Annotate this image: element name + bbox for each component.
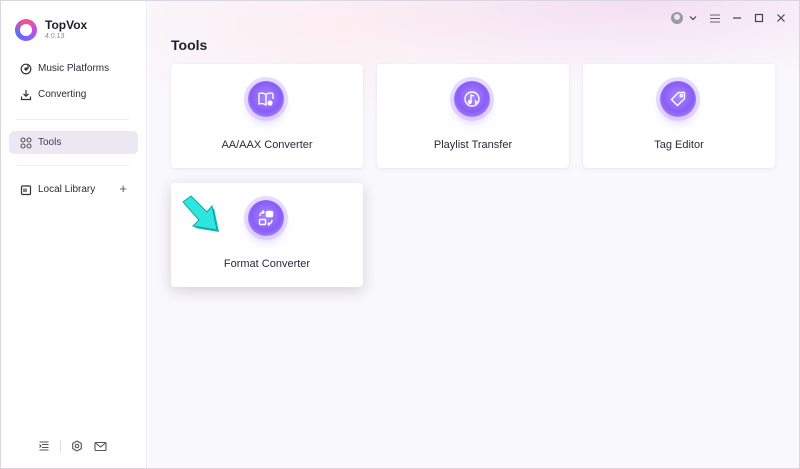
topvox-logo-icon: [15, 19, 37, 41]
music-note-icon: [454, 81, 490, 117]
chevron-down-icon[interactable]: [685, 11, 701, 25]
footer-separator: [60, 440, 61, 452]
music-platform-icon: [20, 63, 32, 75]
library-icon: [20, 184, 32, 196]
app-window: TopVox 4.0.13 Music Platforms Converting…: [0, 0, 800, 469]
sidebar-item-tools[interactable]: Tools: [9, 131, 138, 154]
tool-card-aa-aax-converter[interactable]: AA/AAX Converter: [171, 64, 363, 168]
tool-label: Playlist Transfer: [433, 139, 513, 151]
maximize-icon[interactable]: [751, 11, 767, 25]
tool-label: AA/AAX Converter: [221, 139, 313, 151]
sidebar-item-label: Tools: [38, 137, 62, 148]
avatar: [671, 12, 683, 24]
sidebar-item-label: Converting: [38, 89, 87, 100]
close-icon[interactable]: [773, 11, 789, 25]
brand: TopVox 4.0.13: [15, 19, 87, 41]
tool-label: Tag Editor: [654, 139, 704, 151]
tool-label: Format Converter: [223, 258, 311, 270]
sidebar-item-label: Music Platforms: [38, 63, 110, 74]
mail-icon[interactable]: [93, 439, 107, 453]
account-menu[interactable]: [669, 11, 685, 25]
collapse-icon[interactable]: [37, 439, 51, 453]
sidebar-item-music-platforms[interactable]: Music Platforms: [9, 57, 138, 80]
convert-icon: [248, 200, 284, 236]
sidebar-item-local-library[interactable]: Local Library +: [9, 178, 138, 201]
settings-icon[interactable]: [70, 439, 84, 453]
sidebar-item-converting[interactable]: Converting: [9, 83, 138, 106]
tool-card-playlist-transfer[interactable]: Playlist Transfer: [377, 64, 569, 168]
page-title: Tools: [171, 37, 208, 53]
menu-icon[interactable]: [707, 11, 723, 25]
minimize-icon[interactable]: [729, 11, 745, 25]
sidebar-footer: [37, 439, 116, 453]
main-panel: Tools AA/AAX Converter Playlist Transfer…: [148, 1, 799, 468]
pointer-arrow-icon: [182, 195, 219, 232]
book-icon: [248, 81, 284, 117]
grid-icon: [20, 136, 32, 149]
tag-icon: [660, 81, 696, 117]
sidebar-item-label: Local Library: [38, 184, 96, 195]
window-topbar: [663, 11, 789, 25]
tool-card-tag-editor[interactable]: Tag Editor: [583, 64, 775, 168]
sidebar: TopVox 4.0.13 Music Platforms Converting…: [1, 1, 147, 468]
add-library-button[interactable]: +: [119, 181, 127, 196]
sidebar-divider: [17, 165, 129, 166]
app-version: 4.0.13: [45, 33, 65, 40]
download-icon: [20, 89, 32, 101]
sidebar-divider: [17, 119, 129, 120]
app-name: TopVox: [45, 18, 88, 32]
